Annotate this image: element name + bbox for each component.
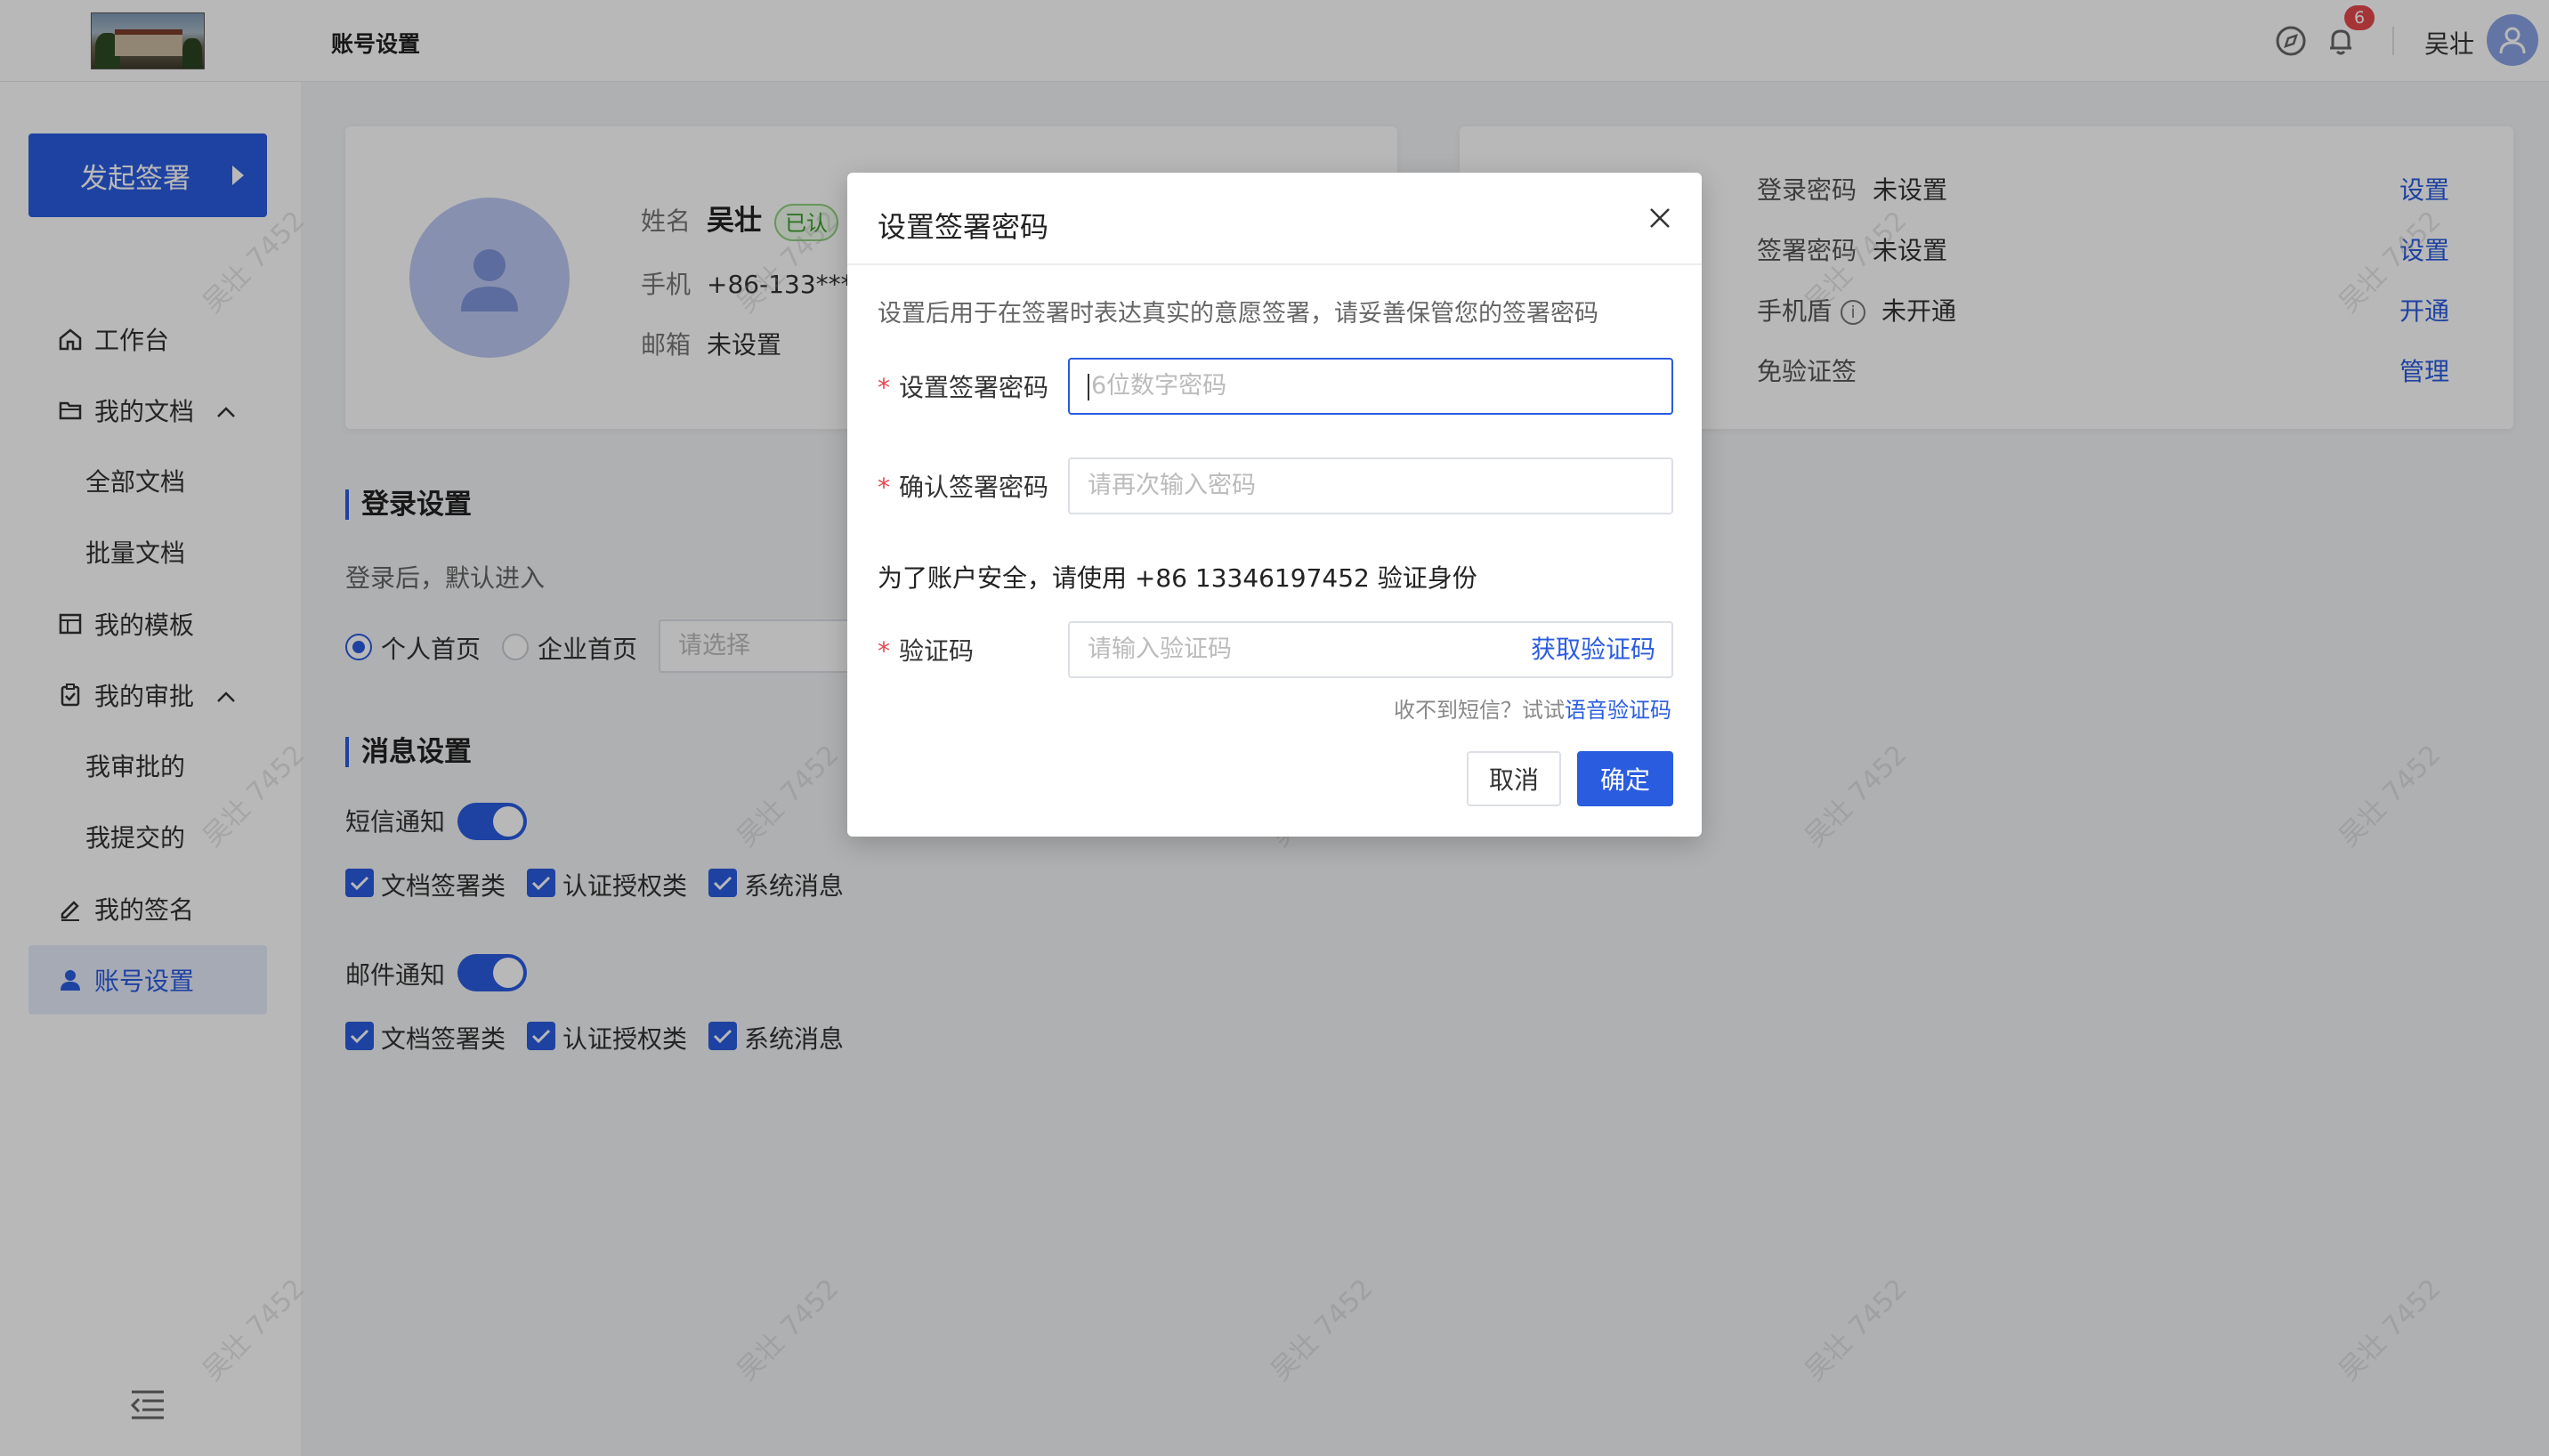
cancel-button[interactable]: 取消 [1467,751,1561,806]
sign-password-input[interactable]: 6位数字密码 [1068,358,1673,415]
confirm-password-label: * 确认签署密码 [878,473,1049,502]
dialog-title: 设置签署密码 [878,210,1049,244]
dialog-divider [847,263,1702,265]
confirm-button[interactable]: 确定 [1577,751,1673,806]
security-notice: 为了账户安全，请使用 +86 13346197452 验证身份 [878,563,1477,593]
password-label: * 设置签署密码 [878,373,1049,402]
get-code-button[interactable]: 获取验证码 [1531,623,1655,676]
verification-code-input[interactable]: 请输入验证码 获取验证码 [1068,621,1673,678]
sms-hint: 收不到短信？试试语音验证码 [1394,698,1671,723]
confirm-password-input[interactable]: 请再次输入密码 [1068,457,1673,514]
voice-code-link[interactable]: 语音验证码 [1565,698,1671,723]
dialog-description: 设置后用于在签署时表达真实的意愿签署，请妥善保管您的签署密码 [878,300,1598,328]
close-icon[interactable] [1641,199,1679,237]
verification-code-label: * 验证码 [878,636,975,666]
set-sign-password-dialog: 设置签署密码 设置后用于在签署时表达真实的意愿签署，请妥善保管您的签署密码 * 设… [847,173,1702,837]
